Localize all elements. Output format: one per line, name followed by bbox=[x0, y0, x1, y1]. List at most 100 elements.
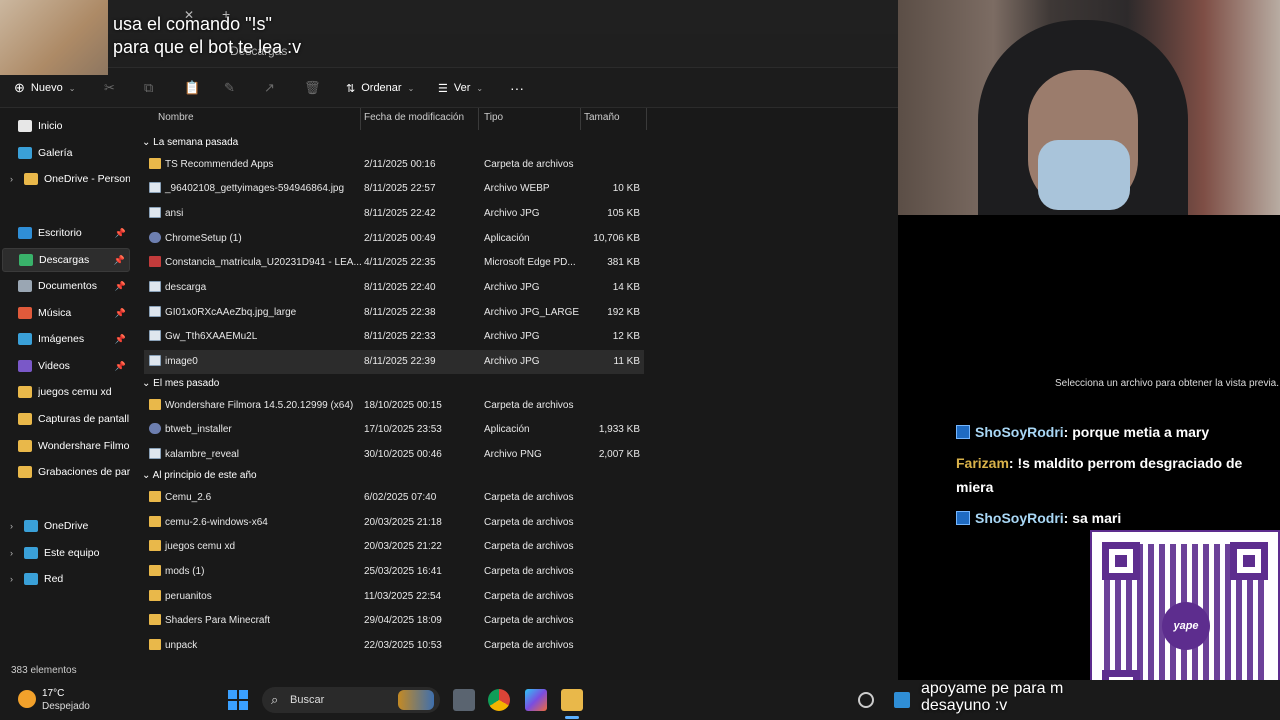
sort-button[interactable]: ⇅ Ordenar ⌄ bbox=[346, 78, 414, 98]
column-type[interactable]: Tipo bbox=[484, 112, 503, 123]
paste-icon[interactable]: 📋 bbox=[184, 78, 200, 98]
expand-chevron-icon[interactable]: › bbox=[10, 174, 22, 184]
tray-app-icon[interactable] bbox=[894, 692, 910, 708]
sidebar-item[interactable]: Galería bbox=[2, 141, 130, 165]
file-explorer-icon[interactable] bbox=[561, 689, 583, 711]
sidebar-item[interactable]: Capturas de pantall bbox=[2, 407, 130, 431]
sidebar-item-icon bbox=[18, 386, 32, 398]
file-list: Nombre Fecha de modificación Tipo Tamaño… bbox=[134, 108, 898, 660]
column-separator[interactable] bbox=[646, 108, 647, 130]
sidebar-item[interactable]: › Este equipo bbox=[2, 541, 130, 565]
file-name: Shaders Para Minecraft bbox=[165, 615, 271, 626]
sidebar-item[interactable]: Documentos 📌 bbox=[2, 274, 130, 298]
sidebar-item[interactable]: Videos 📌 bbox=[2, 354, 130, 378]
file-row[interactable]: GI01x0RXcAAeZbq.jpg_large 8/11/2025 22:38… bbox=[144, 301, 644, 325]
start-button[interactable] bbox=[228, 690, 248, 710]
sidebar-item[interactable]: Música 📌 bbox=[2, 301, 130, 325]
file-row[interactable]: Constancia_matricula_U20231D941 - LEA...… bbox=[144, 251, 644, 275]
collapse-chevron-icon[interactable]: ⌄ bbox=[142, 470, 153, 481]
file-row[interactable]: btweb_installer 17/10/2025 23:53 Aplicació… bbox=[144, 418, 644, 442]
sidebar-item[interactable]: juegos cemu xd bbox=[2, 380, 130, 404]
file-row[interactable]: mods (1) 25/03/2025 16:41 Carpeta de archi… bbox=[144, 560, 644, 584]
file-name: Constancia_matricula_U20231D941 - LEA... bbox=[165, 257, 362, 268]
sidebar-item[interactable]: › OneDrive - Persona bbox=[2, 167, 130, 191]
file-row[interactable]: ChromeSetup (1) 2/11/2025 00:49 Aplicación… bbox=[144, 227, 644, 251]
task-view-icon[interactable] bbox=[453, 689, 475, 711]
file-row[interactable]: kalambre_reveal 30/10/2025 00:46 Archivo P… bbox=[144, 443, 644, 467]
file-row[interactable]: ansi 8/11/2025 22:42 Archivo JPG 105 KB bbox=[144, 202, 644, 226]
sidebar-item-icon bbox=[18, 333, 32, 345]
folder-icon bbox=[149, 565, 161, 576]
delete-icon[interactable]: 🗑 bbox=[304, 78, 321, 98]
folder-icon bbox=[149, 540, 161, 551]
sidebar-item[interactable]: › OneDrive bbox=[2, 514, 130, 538]
rename-icon[interactable]: ✎ bbox=[224, 78, 235, 98]
collapse-chevron-icon[interactable]: ⌄ bbox=[142, 137, 153, 148]
file-name: Wondershare Filmora 14.5.20.12999 (x64) bbox=[165, 400, 354, 411]
file-date: 18/10/2025 00:15 bbox=[364, 400, 442, 411]
sidebar-item[interactable]: Imágenes 📌 bbox=[2, 327, 130, 351]
expand-chevron-icon[interactable]: › bbox=[10, 521, 22, 531]
cut-icon[interactable]: ✂ bbox=[104, 78, 115, 98]
sidebar-item-icon bbox=[18, 360, 32, 372]
sidebar-item[interactable]: Wondershare Filmo bbox=[2, 434, 130, 458]
search-label: Buscar bbox=[290, 694, 325, 706]
column-date[interactable]: Fecha de modificación bbox=[364, 112, 464, 123]
file-row[interactable]: descarga 8/11/2025 22:40 Archivo JPG 14 KB bbox=[144, 276, 644, 300]
group-label: Al principio de este año bbox=[152, 470, 257, 481]
weather-description[interactable]: Despejado bbox=[42, 701, 90, 712]
share-icon[interactable]: ↗ bbox=[264, 78, 275, 98]
more-options-button[interactable]: ··· bbox=[510, 78, 524, 98]
sidebar-item[interactable]: › Red bbox=[2, 567, 130, 591]
file-row[interactable]: unpack 22/03/2025 10:53 Carpeta de archivo… bbox=[144, 634, 644, 658]
file-row[interactable]: Cemu_2.6 6/02/2025 07:40 Carpeta de archiv… bbox=[144, 486, 644, 510]
new-button[interactable]: ⊕ Nuevo ⌄ bbox=[14, 78, 75, 98]
file-row[interactable]: image0 8/11/2025 22:39 Archivo JPG 11 KB bbox=[144, 350, 644, 374]
file-row[interactable]: cemu-2.6-windows-x64 20/03/2025 21:18 Carp… bbox=[144, 511, 644, 535]
copy-icon[interactable]: ⧉ bbox=[144, 78, 153, 98]
collapse-chevron-icon[interactable]: ⌄ bbox=[142, 378, 153, 389]
sidebar-item-icon bbox=[18, 307, 32, 319]
group-header[interactable]: ⌄ El mes pasado bbox=[142, 378, 219, 389]
folder-icon bbox=[149, 639, 161, 650]
file-type: Carpeta de archivos bbox=[484, 400, 574, 411]
file-row[interactable]: TS Recommended Apps 2/11/2025 00:16 Carpet… bbox=[144, 153, 644, 177]
sidebar-item-label: Videos bbox=[38, 360, 70, 372]
expand-chevron-icon[interactable]: › bbox=[10, 548, 22, 558]
file-row[interactable]: peruanitos 11/03/2025 22:54 Carpeta de arc… bbox=[144, 585, 644, 609]
file-date: 4/11/2025 22:35 bbox=[364, 257, 436, 268]
file-date: 8/11/2025 22:57 bbox=[364, 183, 436, 194]
column-name[interactable]: Nombre bbox=[158, 112, 194, 123]
file-row[interactable]: juegos cemu xd 20/03/2025 21:22 Carpeta de… bbox=[144, 535, 644, 559]
file-icon bbox=[149, 448, 161, 459]
group-header[interactable]: ⌄ Al principio de este año bbox=[142, 470, 257, 481]
view-button[interactable]: ☰ Ver ⌄ bbox=[438, 78, 483, 98]
weather-temperature[interactable]: 17°C bbox=[42, 688, 64, 699]
file-row[interactable]: Gw_Tth6XAAEMu2L 8/11/2025 22:33 Archivo JP… bbox=[144, 325, 644, 349]
copilot-icon[interactable] bbox=[525, 689, 547, 711]
file-row[interactable]: Wondershare Filmora 14.5.20.12999 (x64) 1… bbox=[144, 394, 644, 418]
sidebar-item[interactable]: Grabaciones de par bbox=[2, 460, 130, 484]
file-row[interactable]: _96402108_gettyimages-594946864.jpg 8/11/… bbox=[144, 177, 644, 201]
sidebar-item[interactable]: Descargas 📌 bbox=[2, 248, 130, 272]
weather-moon-icon[interactable] bbox=[18, 690, 36, 708]
chat-username: ShoSoyRodri bbox=[975, 424, 1064, 440]
sort-icon: ⇅ bbox=[346, 82, 356, 95]
sidebar-item[interactable]: Inicio bbox=[2, 114, 130, 138]
chrome-icon[interactable] bbox=[488, 689, 510, 711]
column-size[interactable]: Tamaño bbox=[584, 112, 620, 123]
sidebar-item[interactable]: Escritorio 📌 bbox=[2, 221, 130, 245]
group-header[interactable]: ⌄ La semana pasada bbox=[142, 137, 238, 148]
sidebar-item-label: Descargas bbox=[39, 254, 90, 266]
expand-chevron-icon[interactable]: › bbox=[10, 574, 22, 584]
file-type: Microsoft Edge PD... bbox=[484, 257, 576, 268]
column-separator[interactable] bbox=[580, 108, 581, 130]
navigation-pane: Inicio Galería › OneDrive - Persona Escritor… bbox=[0, 108, 132, 660]
column-separator[interactable] bbox=[360, 108, 361, 130]
chat-badge-icon bbox=[956, 425, 970, 439]
column-separator[interactable] bbox=[478, 108, 479, 130]
file-row[interactable]: Shaders Para Minecraft 29/04/2025 18:09 Ca… bbox=[144, 609, 644, 633]
taskbar-search[interactable]: ⌕ Buscar bbox=[262, 687, 440, 713]
file-icon bbox=[149, 355, 161, 366]
tray-sync-icon[interactable] bbox=[858, 692, 874, 708]
